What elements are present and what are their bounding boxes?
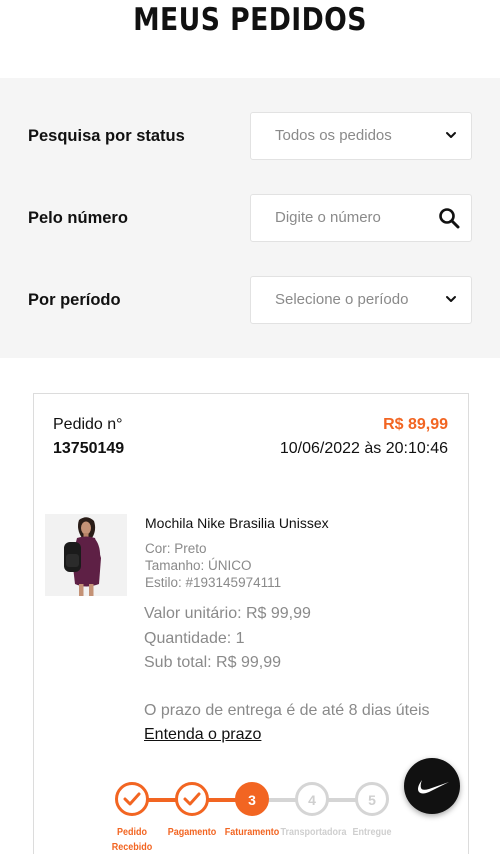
status-select-value: Todos os pedidos (275, 127, 392, 144)
search-icon[interactable] (438, 207, 460, 229)
period-select[interactable]: Selecione o período (250, 276, 472, 324)
delivery-estimate: O prazo de entrega é de até 8 dias úteis (144, 702, 430, 719)
status-filter-label: Pesquisa por status (28, 127, 185, 145)
step-transportadora: 4 (295, 782, 329, 816)
order-filters: Pesquisa por status Todos os pedidos Pel… (0, 78, 500, 358)
nike-swoosh-icon (418, 780, 449, 794)
delivery-info-link[interactable]: Entenda o prazo (144, 726, 261, 744)
step-label-faturamento: Faturamento (224, 827, 280, 838)
nike-chat-button[interactable] (404, 758, 460, 814)
status-filter-row: Pesquisa por status Todos os pedidos (0, 112, 500, 160)
order-number-input[interactable]: Digite o número (275, 195, 381, 241)
check-icon (123, 792, 141, 806)
order-number: 13750149 (53, 440, 125, 457)
product-size: Tamanho: ÚNICO (145, 558, 252, 573)
check-icon (183, 792, 201, 806)
page-title: MEUS PEDIDOS (133, 2, 367, 38)
step-label-pagamento: Pagamento (167, 827, 217, 838)
chevron-down-icon (446, 132, 456, 138)
order-date: 10/06/2022 às 20:10:46 (279, 440, 448, 457)
step-label-transportadora: Transportadora (280, 827, 347, 838)
step-entregue: 5 (355, 782, 389, 816)
product-photo (45, 514, 127, 596)
number-filter-label: Pelo número (28, 209, 128, 227)
subtotal: Sub total: R$ 99,99 (144, 654, 281, 671)
step-label-entregue: Entregue (352, 827, 392, 838)
step-pedido-recebido (115, 782, 149, 816)
period-filter-row: Por período Selecione o período (0, 276, 500, 324)
number-filter-row: Pelo número Digite o número (0, 194, 500, 242)
order-number-label: Pedido n° (53, 416, 123, 433)
period-select-value: Selecione o período (275, 291, 409, 308)
product-color: Cor: Preto (145, 541, 207, 556)
product-image[interactable] (45, 514, 127, 596)
unit-price: Valor unitário: R$ 99,99 (144, 605, 311, 622)
status-select[interactable]: Todos os pedidos (250, 112, 472, 160)
product-name[interactable]: Mochila Nike Brasilia Unissex (145, 515, 329, 531)
period-filter-label: Por período (28, 291, 121, 309)
product-style: Estilo: #193145974111 (145, 575, 282, 590)
step-label-pedido-recebido: Pedido Recebido (111, 827, 153, 853)
quantity: Quantidade: 1 (144, 630, 245, 647)
order-number-search[interactable]: Digite o número (250, 194, 472, 242)
step-faturamento: 3 (235, 782, 269, 816)
chevron-down-icon (446, 296, 456, 302)
order-total: R$ 89,99 (383, 416, 448, 433)
step-pagamento (175, 782, 209, 816)
